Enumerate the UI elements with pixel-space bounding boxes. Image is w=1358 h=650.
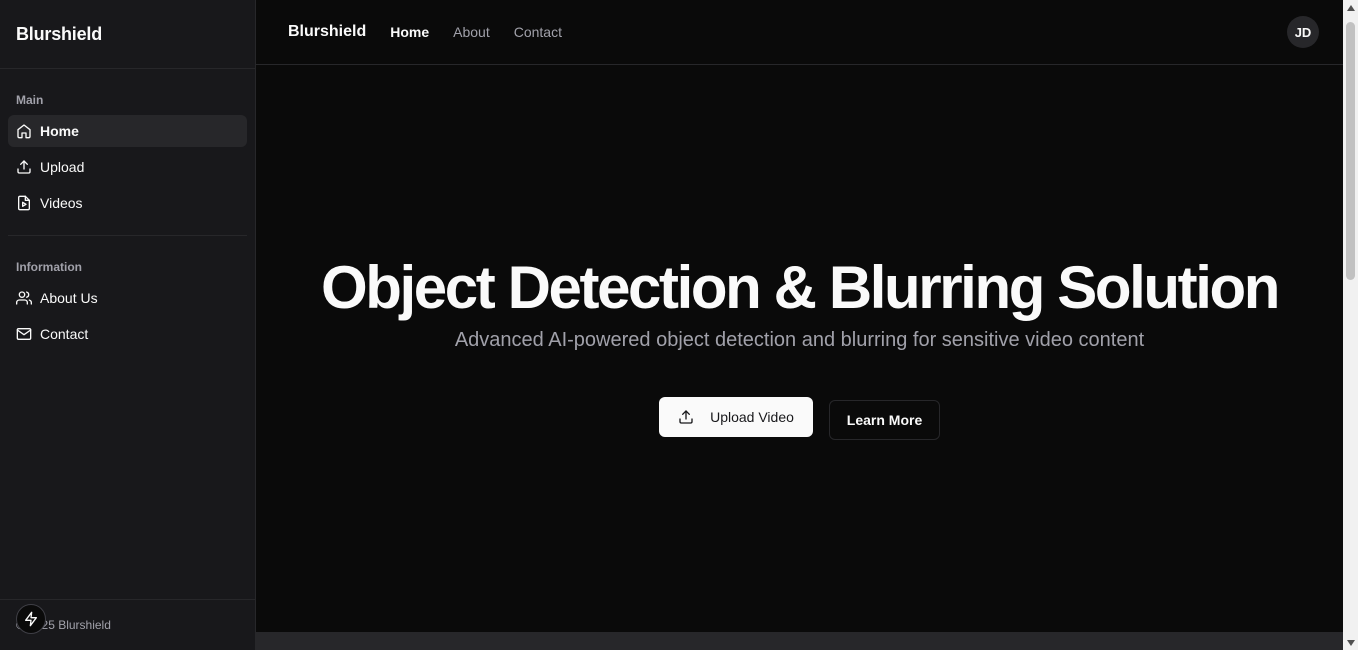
sidebar-item-label: Contact	[40, 326, 89, 342]
lightning-icon	[25, 611, 37, 627]
scroll-up-arrow-icon[interactable]	[1343, 0, 1358, 15]
sidebar-item-contact[interactable]: Contact	[8, 318, 247, 350]
upload-video-label: Upload Video	[710, 409, 794, 425]
hero-actions: Upload Video Learn More	[256, 397, 1343, 440]
upload-video-button[interactable]: Upload Video	[659, 397, 813, 437]
nav-link-contact[interactable]: Contact	[514, 24, 562, 40]
sidebar: Blurshield Main Home Upload Videos Infor…	[0, 0, 256, 650]
upload-icon	[17, 160, 31, 174]
sidebar-group-information: Information About Us Contact	[0, 236, 255, 350]
hero-section: Object Detection & Blurring Solution Adv…	[256, 250, 1343, 354]
sidebar-item-label: Home	[40, 123, 79, 139]
avatar[interactable]: JD	[1287, 16, 1319, 48]
vertical-scrollbar[interactable]	[1343, 0, 1358, 650]
users-icon	[16, 291, 32, 305]
sidebar-item-videos[interactable]: Videos	[8, 187, 247, 219]
sidebar-item-home[interactable]: Home	[8, 115, 247, 147]
navbar-brand[interactable]: Blurshield	[288, 23, 366, 41]
main-content: Blurshield Home About Contact JD Object …	[256, 0, 1343, 632]
sidebar-item-label: Upload	[40, 159, 85, 175]
scrollbar-thumb[interactable]	[1346, 22, 1355, 280]
hero-title: Object Detection & Blurring Solution	[321, 254, 1280, 321]
sidebar-item-about-us[interactable]: About Us	[8, 282, 247, 314]
nav-link-about[interactable]: About	[453, 24, 490, 40]
dev-tools-button[interactable]	[16, 604, 46, 634]
video-file-icon	[18, 195, 30, 211]
home-icon	[17, 124, 31, 139]
learn-more-button[interactable]: Learn More	[829, 400, 940, 440]
sidebar-brand[interactable]: Blurshield	[0, 0, 255, 69]
top-navbar: Blurshield Home About Contact JD	[256, 0, 1343, 65]
sidebar-group-main: Main Home Upload Videos	[0, 69, 255, 219]
upload-icon	[679, 410, 693, 424]
mail-icon	[16, 328, 32, 340]
scroll-down-arrow-icon[interactable]	[1343, 635, 1358, 650]
sidebar-group-label: Information	[16, 260, 82, 274]
sidebar-item-label: About Us	[40, 290, 98, 306]
sidebar-item-upload[interactable]: Upload	[8, 151, 247, 183]
nav-link-home[interactable]: Home	[390, 24, 429, 40]
horizontal-scroll-area	[256, 632, 1343, 650]
sidebar-group-label: Main	[16, 93, 44, 107]
sidebar-item-label: Videos	[40, 195, 83, 211]
hero-subtitle: Advanced AI-powered object detection and…	[454, 329, 1145, 351]
